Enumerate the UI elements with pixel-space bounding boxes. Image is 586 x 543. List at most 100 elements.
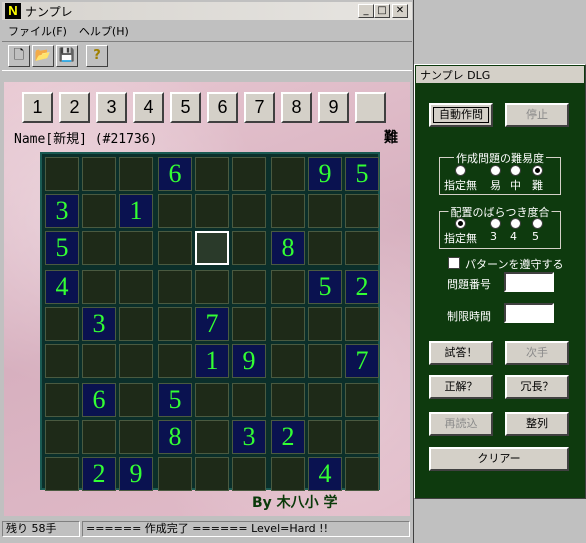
grid-cell-r2c5[interactable] [195, 194, 229, 228]
grid-cell-r1c3[interactable] [119, 157, 153, 191]
number-button-8[interactable]: 8 [281, 92, 312, 123]
grid-cell-r6c4[interactable] [158, 344, 192, 378]
number-button-6[interactable]: 6 [207, 92, 238, 123]
grid-cell-r7c5[interactable] [195, 383, 229, 417]
number-button-blank[interactable] [355, 92, 386, 123]
grid-cell-r8c3[interactable] [119, 420, 153, 454]
correct-button[interactable]: 正解？ [429, 375, 493, 399]
grid-cell-r5c6[interactable] [232, 307, 266, 341]
number-button-4[interactable]: 4 [133, 92, 164, 123]
grid-cell-r7c9[interactable] [345, 383, 379, 417]
number-button-2[interactable]: 2 [59, 92, 90, 123]
grid-cell-r4c1[interactable]: 4 [45, 270, 79, 304]
grid-cell-r5c3[interactable] [119, 307, 153, 341]
grid-cell-r8c7[interactable]: 2 [271, 420, 305, 454]
grid-cell-r5c9[interactable] [345, 307, 379, 341]
grid-cell-r1c2[interactable] [82, 157, 116, 191]
grid-cell-r8c9[interactable] [345, 420, 379, 454]
grid-cell-r2c1[interactable]: 3 [45, 194, 79, 228]
grid-cell-r3c8[interactable] [308, 231, 342, 265]
arrange-button[interactable]: 整列 [505, 412, 569, 436]
variance-radio-2[interactable] [510, 218, 521, 229]
grid-cell-r4c8[interactable]: 5 [308, 270, 342, 304]
grid-cell-r9c4[interactable] [158, 457, 192, 491]
grid-cell-r6c6[interactable]: 9 [232, 344, 266, 378]
redundant-button[interactable]: 冗長？ [505, 375, 569, 399]
grid-cell-r9c6[interactable] [232, 457, 266, 491]
grid-cell-r2c2[interactable] [82, 194, 116, 228]
grid-cell-r4c6[interactable] [232, 270, 266, 304]
grid-cell-r4c9[interactable]: 2 [345, 270, 379, 304]
grid-cell-r8c8[interactable] [308, 420, 342, 454]
grid-cell-r1c5[interactable] [195, 157, 229, 191]
grid-cell-r5c1[interactable] [45, 307, 79, 341]
menu-help[interactable]: ヘルプ(H) [73, 23, 135, 39]
new-icon[interactable]: 🗋 [8, 45, 30, 67]
grid-cell-r7c4[interactable]: 5 [158, 383, 192, 417]
grid-cell-r8c4[interactable]: 8 [158, 420, 192, 454]
grid-cell-r9c7[interactable] [271, 457, 305, 491]
number-button-3[interactable]: 3 [96, 92, 127, 123]
grid-cell-r9c1[interactable] [45, 457, 79, 491]
difficulty-radio-2[interactable] [510, 165, 521, 176]
grid-cell-r3c6[interactable] [232, 231, 266, 265]
grid-cell-r8c5[interactable] [195, 420, 229, 454]
grid-cell-r9c2[interactable]: 2 [82, 457, 116, 491]
grid-cell-r9c5[interactable] [195, 457, 229, 491]
reload-button[interactable]: 再読込 [429, 412, 493, 436]
minimize-button[interactable]: _ [358, 4, 374, 18]
variance-radio-1[interactable] [490, 218, 501, 229]
variance-radio-0[interactable] [455, 218, 466, 229]
grid-cell-r5c5[interactable]: 7 [195, 307, 229, 341]
grid-cell-r1c8[interactable]: 9 [308, 157, 342, 191]
open-icon[interactable]: 📂 [32, 45, 54, 67]
grid-cell-r8c1[interactable] [45, 420, 79, 454]
grid-cell-r6c9[interactable]: 7 [345, 344, 379, 378]
next-move-button[interactable]: 次手 [505, 341, 569, 365]
grid-cell-r4c3[interactable] [119, 270, 153, 304]
pattern-checkbox[interactable] [448, 257, 460, 269]
grid-cell-r6c2[interactable] [82, 344, 116, 378]
grid-cell-r2c9[interactable] [345, 194, 379, 228]
save-icon[interactable]: 💾 [56, 45, 78, 67]
variance-radio-3[interactable] [532, 218, 543, 229]
grid-cell-r5c7[interactable] [271, 307, 305, 341]
number-button-9[interactable]: 9 [318, 92, 349, 123]
grid-cell-r7c7[interactable] [271, 383, 305, 417]
grid-cell-r6c7[interactable] [271, 344, 305, 378]
grid-cell-r2c6[interactable] [232, 194, 266, 228]
auto-create-button[interactable]: 自動作問 [429, 103, 493, 127]
grid-cell-r2c4[interactable] [158, 194, 192, 228]
help-icon[interactable]: ? [86, 45, 108, 67]
grid-cell-r7c8[interactable] [308, 383, 342, 417]
grid-cell-r2c8[interactable] [308, 194, 342, 228]
grid-cell-r6c3[interactable] [119, 344, 153, 378]
grid-cell-r8c6[interactable]: 3 [232, 420, 266, 454]
grid-cell-r7c6[interactable] [232, 383, 266, 417]
grid-cell-r1c6[interactable] [232, 157, 266, 191]
problem-no-input[interactable] [504, 272, 554, 292]
grid-cell-r1c7[interactable] [271, 157, 305, 191]
grid-cell-r4c7[interactable] [271, 270, 305, 304]
grid-cell-r3c7[interactable]: 8 [271, 231, 305, 265]
try-answer-button[interactable]: 試答！ [429, 341, 493, 365]
grid-cell-r2c7[interactable] [271, 194, 305, 228]
grid-cell-r5c2[interactable]: 3 [82, 307, 116, 341]
difficulty-radio-0[interactable] [455, 165, 466, 176]
main-titlebar[interactable]: N ナンプレ _ □ ✕ [2, 2, 412, 20]
grid-cell-r7c3[interactable] [119, 383, 153, 417]
close-button[interactable]: ✕ [392, 4, 408, 18]
number-button-7[interactable]: 7 [244, 92, 275, 123]
number-button-1[interactable]: 1 [22, 92, 53, 123]
grid-cell-r4c2[interactable] [82, 270, 116, 304]
clear-button[interactable]: クリアー [429, 447, 569, 471]
grid-cell-r1c9[interactable]: 5 [345, 157, 379, 191]
grid-cell-r6c8[interactable] [308, 344, 342, 378]
grid-cell-r9c8[interactable]: 4 [308, 457, 342, 491]
grid-cell-r4c4[interactable] [158, 270, 192, 304]
grid-cell-r7c2[interactable]: 6 [82, 383, 116, 417]
grid-cell-r6c5[interactable]: 1 [195, 344, 229, 378]
grid-cell-r9c9[interactable] [345, 457, 379, 491]
grid-cell-r5c8[interactable] [308, 307, 342, 341]
grid-cell-r3c5[interactable] [195, 231, 229, 265]
